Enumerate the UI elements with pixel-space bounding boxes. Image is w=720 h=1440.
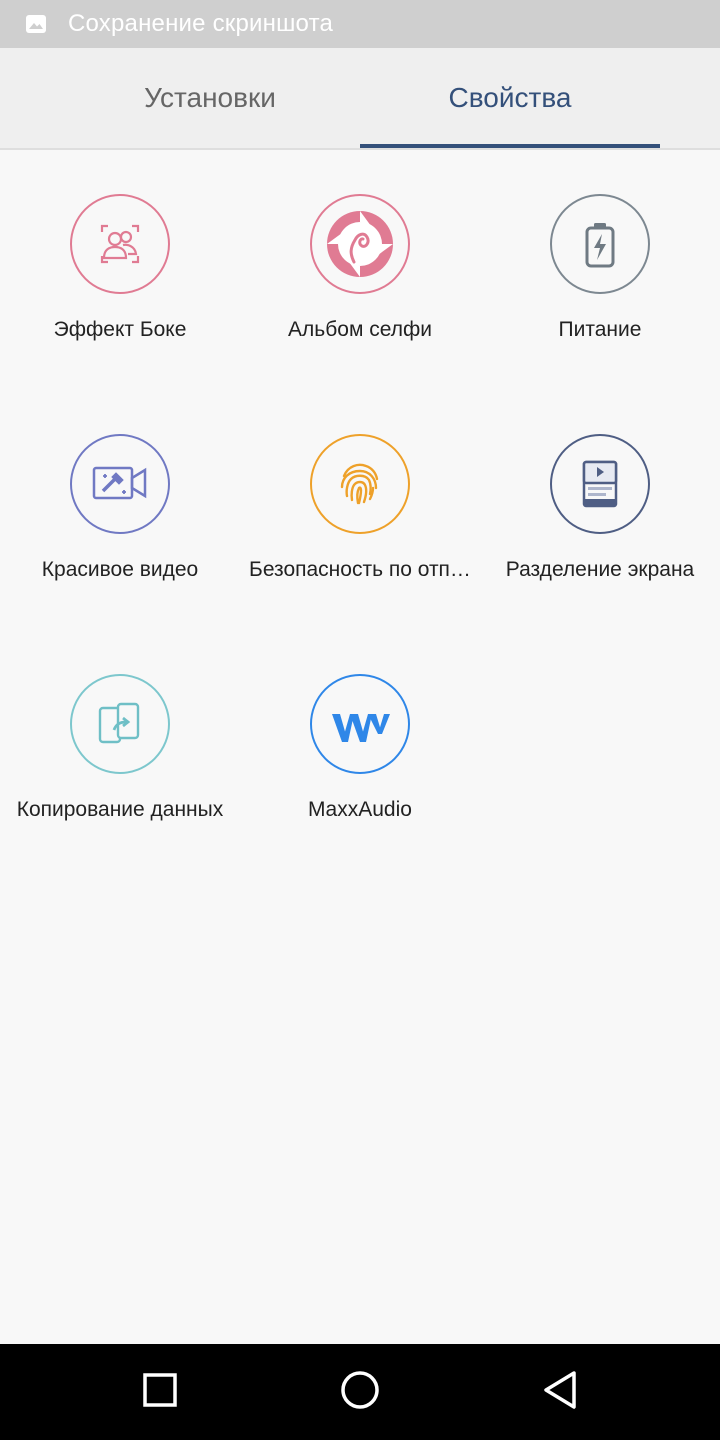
feature-maxxaudio[interactable]: MaxxAudio bbox=[240, 674, 480, 874]
recents-button[interactable] bbox=[130, 1364, 190, 1420]
feature-selfie-album[interactable]: Альбом селфи bbox=[240, 194, 480, 394]
feature-label: MaxxAudio bbox=[308, 798, 412, 821]
back-icon bbox=[541, 1370, 579, 1415]
features-grid: Эффект Боке Альбом селфи Питание Красиво… bbox=[0, 150, 720, 1344]
feature-label: Разделение экрана bbox=[505, 558, 695, 581]
data-copy-icon bbox=[70, 674, 170, 774]
feature-beauty-video[interactable]: Красивое видео bbox=[0, 434, 240, 634]
feature-power[interactable]: Питание bbox=[480, 194, 720, 394]
beauty-video-icon bbox=[70, 434, 170, 534]
tab-settings[interactable]: Установки bbox=[60, 48, 360, 148]
fingerprint-icon bbox=[310, 434, 410, 534]
tab-bar: Установки Свойства bbox=[0, 48, 720, 150]
image-icon bbox=[25, 14, 47, 34]
feature-label: Красивое видео bbox=[41, 558, 199, 581]
feature-bokeh[interactable]: Эффект Боке bbox=[0, 194, 240, 394]
feature-split-screen[interactable]: Разделение экрана bbox=[480, 434, 720, 634]
split-screen-icon bbox=[550, 434, 650, 534]
bokeh-portrait-icon bbox=[70, 194, 170, 294]
selfie-album-icon bbox=[310, 194, 410, 294]
battery-icon bbox=[550, 194, 650, 294]
tab-indicator bbox=[360, 144, 660, 148]
back-button[interactable] bbox=[530, 1364, 590, 1420]
recents-icon bbox=[142, 1372, 178, 1413]
home-icon bbox=[340, 1370, 380, 1415]
status-bar: Сохранение скриншота bbox=[0, 0, 720, 48]
maxxaudio-icon bbox=[310, 674, 410, 774]
feature-label: Альбом селфи bbox=[288, 318, 432, 341]
tab-features[interactable]: Свойства bbox=[360, 48, 660, 148]
feature-label: Эффект Боке bbox=[53, 318, 187, 341]
feature-data-copy[interactable]: Копирование данных bbox=[0, 674, 240, 874]
feature-fingerprint-security[interactable]: Безопасность по отп… bbox=[240, 434, 480, 634]
home-button[interactable] bbox=[330, 1364, 390, 1420]
feature-label: Безопасность по отп… bbox=[249, 558, 471, 581]
feature-label: Копирование данных bbox=[16, 798, 224, 821]
navigation-bar bbox=[0, 1344, 720, 1440]
status-text: Сохранение скриншота bbox=[68, 10, 334, 37]
feature-label: Питание bbox=[558, 318, 642, 341]
